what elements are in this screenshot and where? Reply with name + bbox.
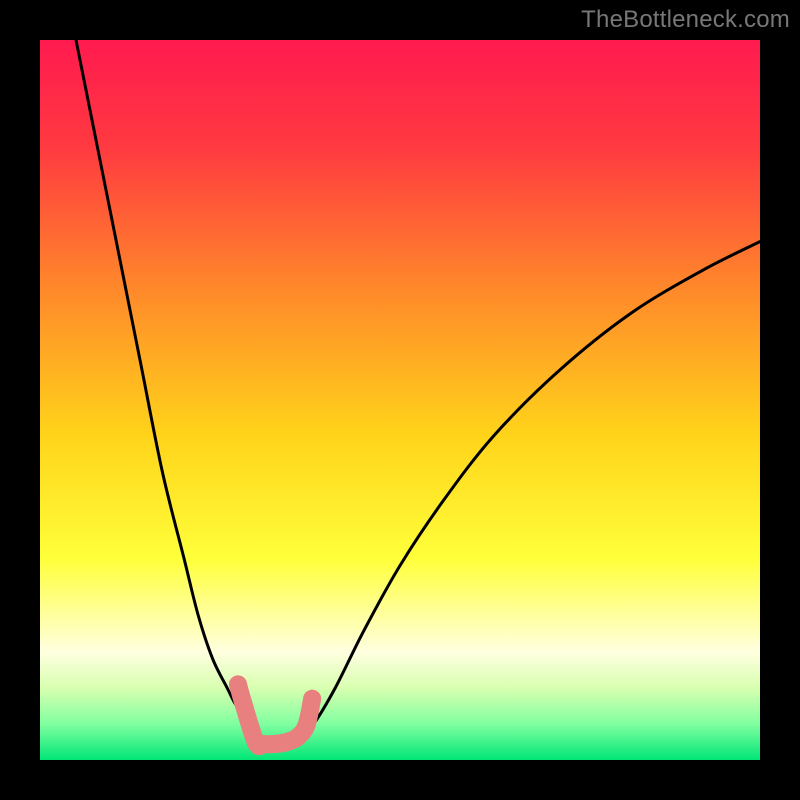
marker-point [234,693,252,711]
marker-point [297,716,315,734]
marker-point [229,675,247,693]
chart-container: TheBottleneck.com [0,0,800,800]
chart-svg [40,40,760,760]
watermark-text: TheBottleneck.com [581,6,790,34]
marker-point [303,690,321,708]
plot-area [40,40,760,760]
